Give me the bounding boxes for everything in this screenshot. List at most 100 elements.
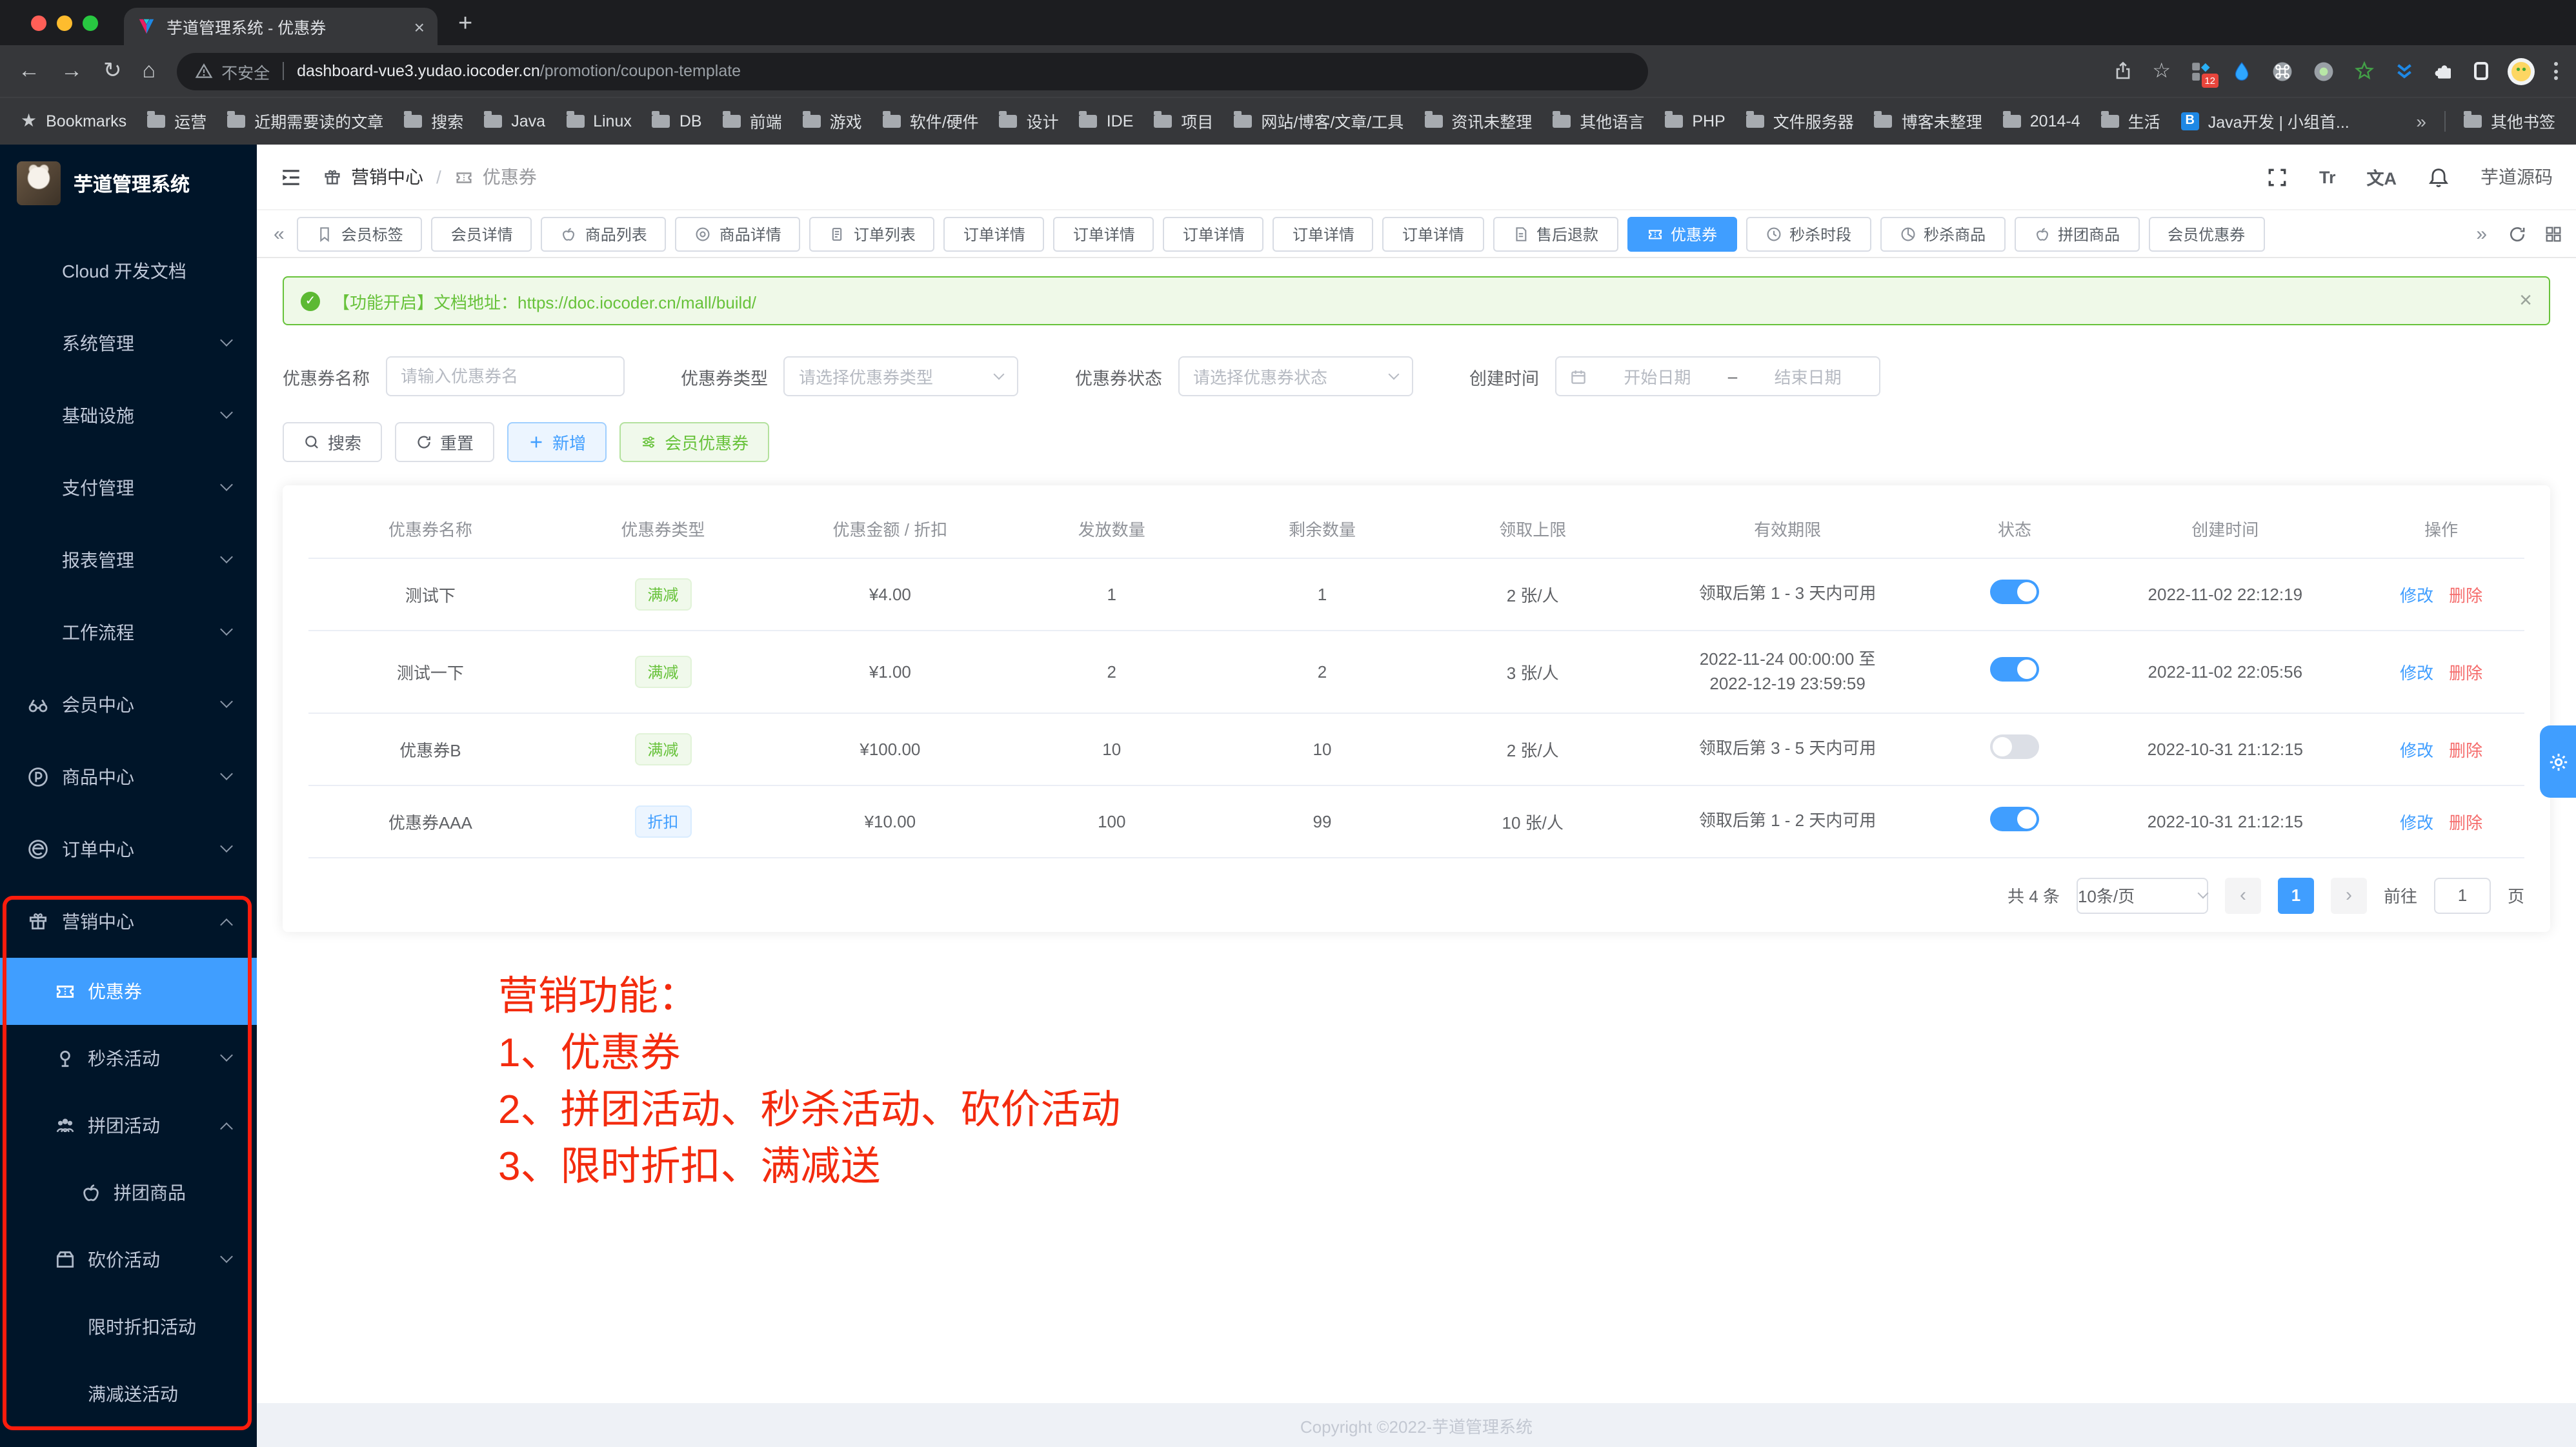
sidebar-item-payment[interactable]: 支付管理 xyxy=(0,452,257,524)
bookmark-folder[interactable]: 前端 xyxy=(723,108,782,133)
bookmark-folder[interactable]: DB xyxy=(652,112,702,130)
fullscreen-icon[interactable] xyxy=(2266,166,2288,188)
status-toggle[interactable] xyxy=(1990,657,2039,682)
bookmark-folder[interactable]: IDE xyxy=(1080,112,1134,130)
sidebar-item-cloud-docs[interactable]: Cloud 开发文档 xyxy=(0,235,257,307)
bookmark-folder[interactable]: 博客未整理 xyxy=(1875,108,1982,133)
bookmark-item-java-dev[interactable]: BJava开发 | 小组首... xyxy=(2181,108,2350,133)
tag-refund[interactable]: 售后退款 xyxy=(1493,216,1618,251)
bookmark-folder[interactable]: 网站/博客/文章/工具 xyxy=(1234,108,1404,133)
date-range-picker[interactable]: 开始日期 – 结束日期 xyxy=(1555,356,1880,396)
tag-order-detail[interactable]: 订单详情 xyxy=(1273,216,1374,251)
end-date-placeholder[interactable]: 结束日期 xyxy=(1750,364,1866,389)
tampermonkey-extension-icon[interactable]: 12 xyxy=(2190,60,2212,82)
coupon-type-select[interactable]: 请选择优惠券类型 xyxy=(783,356,1018,396)
language-icon[interactable]: 文A xyxy=(2367,164,2397,190)
reload-icon[interactable]: ↻ xyxy=(103,58,122,84)
bookmark-folder[interactable]: 其他语言 xyxy=(1553,108,1644,133)
bookmark-folder[interactable]: 项目 xyxy=(1154,108,1213,133)
prev-page-button[interactable]: ‹ xyxy=(2225,877,2261,913)
star-extension-icon[interactable] xyxy=(2354,61,2375,81)
edit-link[interactable]: 修改 xyxy=(2400,813,2433,832)
sidepanel-icon[interactable] xyxy=(2474,62,2488,80)
browser-tab[interactable]: 芋道管理系统 - 优惠券 × xyxy=(124,8,438,45)
sidebar-item-reward-activity[interactable]: 满减送活动 xyxy=(0,1361,257,1428)
drop-extension-icon[interactable] xyxy=(2231,61,2252,81)
tag-member-label[interactable]: 会员标签 xyxy=(297,216,423,251)
breadcrumb-marketing[interactable]: 营销中心 xyxy=(351,164,423,190)
bookmark-folder[interactable]: 2014-4 xyxy=(2003,112,2080,130)
tag-product-list[interactable]: 商品列表 xyxy=(541,216,667,251)
tab-close-icon[interactable]: × xyxy=(414,16,425,37)
sidebar-item-order-center[interactable]: 订单中心 xyxy=(0,813,257,885)
status-toggle[interactable] xyxy=(1990,807,2039,831)
delete-link[interactable]: 删除 xyxy=(2449,585,2482,605)
tag-coupon-active[interactable]: 优惠券 xyxy=(1627,216,1736,251)
delete-link[interactable]: 删除 xyxy=(2449,663,2482,682)
edit-link[interactable]: 修改 xyxy=(2400,585,2433,605)
tag-groupbuy-product[interactable]: 拼团商品 xyxy=(2014,216,2139,251)
bookmark-folder[interactable]: PHP xyxy=(1665,112,1725,130)
sidebar-item-groupbuy[interactable]: 拼团活动 xyxy=(0,1092,257,1159)
tag-member-detail[interactable]: 会员详情 xyxy=(432,216,532,251)
tag-order-list[interactable]: 订单列表 xyxy=(810,216,935,251)
sidebar-item-groupbuy-product[interactable]: 拼团商品 xyxy=(0,1159,257,1226)
username[interactable]: 芋道源码 xyxy=(2480,164,2553,190)
sidebar-item-coupon[interactable]: 优惠券 xyxy=(0,958,257,1025)
tag-member-coupon[interactable]: 会员优惠券 xyxy=(2148,216,2264,251)
bookmark-folder[interactable]: 生活 xyxy=(2101,108,2160,133)
app-logo[interactable]: 芋道管理系统 xyxy=(0,145,257,222)
sidebar-item-member-center[interactable]: 会员中心 xyxy=(0,669,257,741)
page-number-input[interactable] xyxy=(2434,877,2491,913)
security-label[interactable]: 不安全 xyxy=(221,59,270,83)
bookmark-folder[interactable]: Java xyxy=(484,112,545,130)
bookmark-folder[interactable]: Linux xyxy=(566,112,632,130)
tag-order-detail[interactable]: 订单详情 xyxy=(1383,216,1484,251)
settings-fab-button[interactable] xyxy=(2540,725,2576,798)
home-icon[interactable]: ⌂ xyxy=(143,58,156,84)
close-window-button[interactable] xyxy=(31,15,46,31)
tag-product-detail[interactable]: 商品详情 xyxy=(676,216,801,251)
bookmark-folder[interactable]: 搜索 xyxy=(404,108,463,133)
profile-avatar[interactable] xyxy=(2508,57,2535,85)
status-toggle[interactable] xyxy=(1990,580,2039,604)
bookmarks-root[interactable]: ★ Bookmarks xyxy=(21,110,126,132)
bookmark-folder[interactable]: 游戏 xyxy=(803,108,862,133)
edit-link[interactable]: 修改 xyxy=(2400,740,2433,760)
delete-link[interactable]: 删除 xyxy=(2449,740,2482,760)
page-size-select[interactable]: 10条/页 xyxy=(2077,877,2208,913)
alert-link[interactable]: https://doc.iocoder.cn/mall/build/ xyxy=(518,292,756,312)
extensions-puzzle-icon[interactable] xyxy=(2434,61,2455,81)
bookmark-folder[interactable]: 设计 xyxy=(1000,108,1059,133)
edit-link[interactable]: 修改 xyxy=(2400,663,2433,682)
chevrons-extension-icon[interactable] xyxy=(2394,61,2415,81)
sidebar-item-product-center[interactable]: 商品中心 xyxy=(0,741,257,813)
bookmark-folder[interactable]: 文件服务器 xyxy=(1746,108,1854,133)
coupon-name-input[interactable] xyxy=(385,356,624,396)
sidebar-item-system[interactable]: 系统管理 xyxy=(0,307,257,379)
bookmark-folder[interactable]: 运营 xyxy=(147,108,206,133)
start-date-placeholder[interactable]: 开始日期 xyxy=(1600,364,1715,389)
tag-order-detail[interactable]: 订单详情 xyxy=(1054,216,1154,251)
member-coupon-button[interactable]: 会员优惠券 xyxy=(619,422,769,462)
other-bookmarks[interactable]: 其他书签 xyxy=(2464,108,2555,133)
current-page[interactable]: 1 xyxy=(2278,877,2314,913)
sidebar-item-report[interactable]: 报表管理 xyxy=(0,524,257,596)
sidebar-item-discount-activity[interactable]: 限时折扣活动 xyxy=(0,1293,257,1361)
sidebar-item-marketing-center[interactable]: 营销中心 xyxy=(0,885,257,958)
minimize-window-button[interactable] xyxy=(57,15,72,31)
sidebar-item-bargain[interactable]: 砍价活动 xyxy=(0,1226,257,1293)
sidebar-item-workflow[interactable]: 工作流程 xyxy=(0,596,257,669)
recorder-extension-icon[interactable] xyxy=(2313,60,2335,82)
forward-icon[interactable]: → xyxy=(61,58,83,84)
bell-icon[interactable] xyxy=(2428,166,2450,188)
maximize-window-button[interactable] xyxy=(83,15,98,31)
command-extension-icon[interactable] xyxy=(2271,60,2293,82)
add-button[interactable]: 新增 xyxy=(507,422,607,462)
next-page-button[interactable]: › xyxy=(2331,877,2367,913)
tag-order-detail[interactable]: 订单详情 xyxy=(944,216,1045,251)
reset-button[interactable]: 重置 xyxy=(395,422,494,462)
bookmark-folder[interactable]: 资讯未整理 xyxy=(1424,108,1532,133)
address-bar[interactable]: 不安全 dashboard-vue3.yudao.iocoder.cn/prom… xyxy=(176,52,1647,90)
status-toggle[interactable] xyxy=(1990,734,2039,759)
